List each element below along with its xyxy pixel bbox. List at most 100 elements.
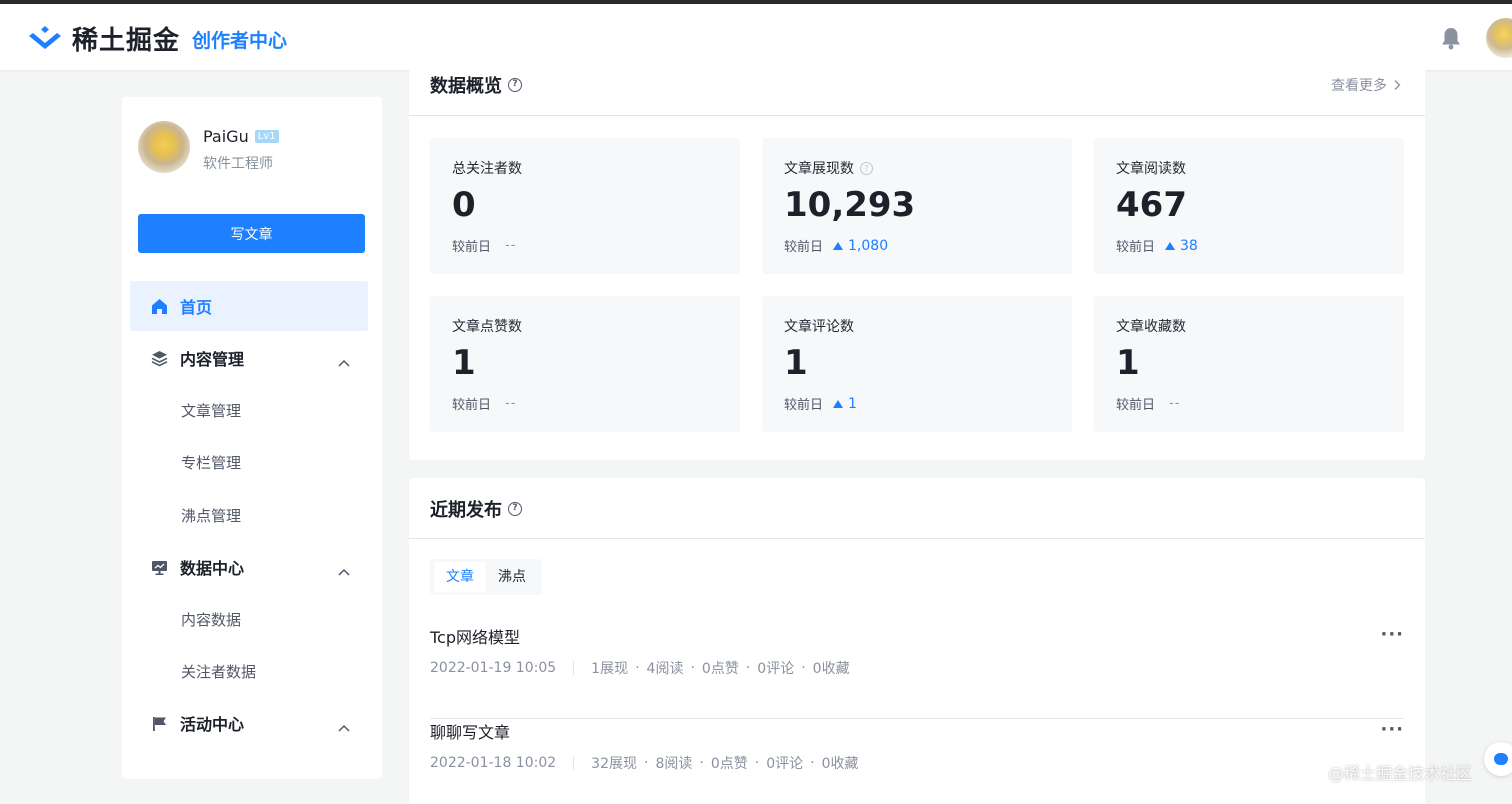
delta-up: 1 xyxy=(833,396,857,412)
delta-up: 1,080 xyxy=(833,238,888,254)
stat-compare: 较前日 38 xyxy=(1116,236,1198,256)
nav-label-home: 首页 xyxy=(180,298,213,317)
recent-title: 近期发布 ? xyxy=(430,496,522,522)
compare-label: 较前日 xyxy=(784,240,824,255)
stat-card-impressions[interactable]: 文章展现数? 10,293 较前日 1,080 xyxy=(762,138,1072,274)
article-favorites: 0收藏 xyxy=(812,661,850,677)
no-change-indicator: -- xyxy=(505,396,517,411)
triangle-up-icon xyxy=(833,399,844,408)
help-icon[interactable]: ? xyxy=(508,502,522,516)
header-avatar[interactable] xyxy=(1486,18,1512,58)
meta-dot: · xyxy=(690,660,695,676)
help-icon[interactable]: ? xyxy=(860,161,873,175)
sub-item-content-data[interactable]: 内容数据 xyxy=(181,609,241,630)
stat-value: 1 xyxy=(1116,343,1140,383)
article-comments: 0评论 xyxy=(757,661,795,677)
stat-compare: 较前日 1,080 xyxy=(784,236,888,256)
nav-item-home[interactable]: 首页 xyxy=(130,281,368,331)
meta-dot: · xyxy=(644,755,649,771)
juejin-logo[interactable]: 稀土掘金 xyxy=(26,20,180,57)
article-row[interactable]: 聊聊写文章 2022-01-18 10:02 32展现 · 8阅读 · 0点赞 · 0… xyxy=(430,719,1404,804)
triangle-up-icon xyxy=(833,241,844,250)
stat-compare: 较前日 1 xyxy=(784,394,857,414)
compare-label: 较前日 xyxy=(452,240,492,255)
chevron-up-icon[interactable] xyxy=(338,352,350,371)
article-row[interactable]: Tcp网络模型 2022-01-19 10:05 1展现 · 4阅读 · 0点赞 · … xyxy=(430,624,1404,719)
stat-value: 467 xyxy=(1116,185,1187,225)
help-icon[interactable]: ? xyxy=(508,78,522,92)
stat-label-text: 文章收藏数 xyxy=(1116,319,1186,335)
profile-avatar[interactable] xyxy=(138,121,190,173)
delta-value: 1 xyxy=(848,395,857,412)
compare-label: 较前日 xyxy=(452,398,492,413)
article-title[interactable]: 聊聊写文章 xyxy=(430,719,510,743)
view-more-link[interactable]: 查看更多 xyxy=(1331,75,1403,95)
sub-item-pins-management[interactable]: 沸点管理 xyxy=(181,505,241,526)
stat-card-reads[interactable]: 文章阅读数 467 较前日 38 xyxy=(1094,138,1404,274)
triangle-up-icon xyxy=(1165,241,1176,250)
article-date: 2022-01-18 10:02 xyxy=(430,755,557,771)
stat-card-comments[interactable]: 文章评论数 1 较前日 1 xyxy=(762,296,1072,432)
stat-compare: 较前日 -- xyxy=(452,236,516,255)
meta-dot: · xyxy=(801,660,806,676)
overview-title-text: 数据概览 xyxy=(430,76,502,97)
article-title[interactable]: Tcp网络模型 xyxy=(430,624,520,648)
chat-bubble-icon[interactable] xyxy=(1484,742,1512,776)
user-name-row: PaiGu Lv1 xyxy=(203,127,279,146)
compare-label: 较前日 xyxy=(1116,240,1156,255)
article-meta: 2022-01-18 10:02 32展现 · 8阅读 · 0点赞 · 0评论 · 0收… xyxy=(430,753,859,773)
sub-item-article-management[interactable]: 文章管理 xyxy=(181,400,241,421)
stat-label-text: 文章评论数 xyxy=(784,319,854,335)
tab-articles[interactable]: 文章 xyxy=(434,562,486,592)
meta-dot: · xyxy=(745,660,751,676)
compare-label: 较前日 xyxy=(784,398,824,413)
article-date: 2022-01-19 10:05 xyxy=(430,660,557,676)
nav-item-activity-center[interactable]: 活动中心 xyxy=(130,698,368,748)
stat-card-favorites[interactable]: 文章收藏数 1 较前日 -- xyxy=(1094,296,1404,432)
article-reads: 4阅读 xyxy=(646,661,684,677)
article-impressions: 32展现 xyxy=(591,756,637,772)
stat-value: 10,293 xyxy=(784,185,916,225)
user-name[interactable]: PaiGu xyxy=(203,127,249,146)
sub-item-follower-data[interactable]: 关注者数据 xyxy=(181,661,256,682)
article-meta: 2022-01-19 10:05 1展现 · 4阅读 · 0点赞 · 0评论 · 0收藏 xyxy=(430,658,850,678)
meta-dot: · xyxy=(810,755,815,771)
view-more-label: 查看更多 xyxy=(1331,78,1387,94)
stat-label-text: 文章点赞数 xyxy=(452,319,522,335)
meta-separator xyxy=(573,756,575,770)
recent-posts-panel: 近期发布 ? 文章 沸点 Tcp网络模型 2022-01-19 10:05 1展… xyxy=(409,478,1425,804)
bell-icon[interactable] xyxy=(1440,26,1462,54)
data-overview-panel: 数据概览 ? 查看更多 总关注者数 0 较前日 -- 文章展现数? 10,293 … xyxy=(409,62,1425,460)
overview-title: 数据概览 ? xyxy=(430,72,522,98)
article-likes: 0点赞 xyxy=(701,661,739,677)
stat-card-followers[interactable]: 总关注者数 0 较前日 -- xyxy=(430,138,740,274)
logo-text: 稀土掘金 xyxy=(72,26,181,56)
tab-pins[interactable]: 沸点 xyxy=(486,562,538,592)
stat-compare: 较前日 -- xyxy=(452,394,516,413)
recent-divider xyxy=(409,538,1425,539)
flag-icon xyxy=(150,714,168,732)
stat-value: 1 xyxy=(784,343,808,383)
sub-item-column-management[interactable]: 专栏管理 xyxy=(181,452,241,473)
chevron-up-icon[interactable] xyxy=(338,717,350,736)
nav-item-data-center[interactable]: 数据中心 xyxy=(130,542,368,592)
recent-tabs: 文章 沸点 xyxy=(430,559,542,595)
nav-item-content-management[interactable]: 内容管理 xyxy=(130,333,368,383)
stat-label-text: 文章展现数 xyxy=(784,161,854,177)
stat-value: 1 xyxy=(452,343,476,383)
stat-card-likes[interactable]: 文章点赞数 1 较前日 -- xyxy=(430,296,740,432)
write-article-button[interactable]: 写文章 xyxy=(138,214,365,253)
meta-dot: · xyxy=(754,755,760,771)
layers-icon xyxy=(150,349,168,367)
no-change-indicator: -- xyxy=(505,238,517,253)
delta-value: 38 xyxy=(1180,237,1198,254)
article-comments: 0评论 xyxy=(766,756,804,772)
meta-dot: · xyxy=(699,755,704,771)
chevron-up-icon[interactable] xyxy=(338,561,350,580)
more-actions-icon[interactable]: ··· xyxy=(1380,719,1404,740)
article-reads: 8阅读 xyxy=(655,756,693,772)
stat-label: 总关注者数 xyxy=(452,158,522,178)
stat-label: 文章评论数 xyxy=(784,316,854,336)
creator-center-title[interactable]: 创作者中心 xyxy=(192,26,287,53)
more-actions-icon[interactable]: ··· xyxy=(1380,624,1404,645)
